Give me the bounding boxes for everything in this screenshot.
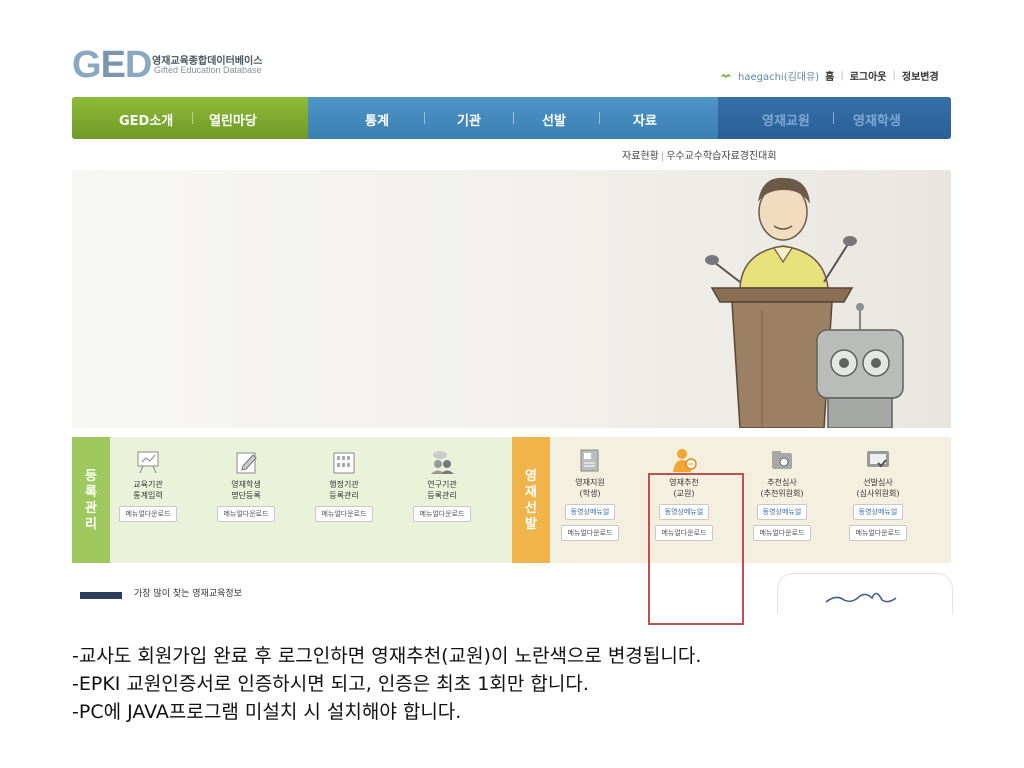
signature-scribble [825, 592, 897, 603]
manual-download-button[interactable]: 메뉴얼다운로드 [119, 506, 177, 522]
note-line: -EPKI 교원인증서로 인증하시면 되고, 인증은 최초 1회만 합니다. [72, 673, 589, 695]
registration-area: 교육기관 통계입력 메뉴얼다운로드 영재학생 명단등록 메뉴얼다운로드 행정기관… [110, 437, 512, 563]
video-manual-button[interactable]: 동영상메뉴얼 [852, 504, 904, 520]
instruction-notes: -교사도 회원가입 완료 후 로그인하면 영재추천(교원)이 노란색으로 변경됩… [72, 642, 701, 726]
top-links: haegachi(김대유) 홈 | 로그아웃 | 정보변경 [720, 68, 939, 83]
nav-resources[interactable]: 자료 [633, 110, 657, 129]
sub-nav: 자료현황 | 우수교수학습자료경진대회 [622, 151, 777, 162]
teacher-podium-illustration [705, 177, 904, 428]
home-link[interactable]: 홈 [825, 68, 834, 83]
main-nav: GED소개 열린마당 통계 기관 선발 자료 영재교원 영재학생 [72, 97, 951, 139]
ged-logo[interactable]: GED [72, 44, 152, 86]
edu-institution-stats-item[interactable]: 교육기관 통계입력 메뉴얼다운로드 [108, 449, 188, 522]
recommendation-review-item[interactable]: 추천심사 (추천위원회) 동영상메뉴얼 메뉴얼다운로드 [742, 447, 822, 541]
reg-title-char: 리 [85, 517, 97, 532]
reg-title-char: 관 [85, 501, 97, 516]
divider: | [840, 70, 844, 81]
profile-edit-link[interactable]: 정보변경 [902, 68, 939, 83]
note-line: -PC에 JAVA프로그램 미설치 시 설치해야 합니다. [72, 701, 462, 723]
gifted-application-student-item[interactable]: 영재지원 (학생) 동영상메뉴얼 메뉴얼다운로드 [550, 447, 630, 541]
manual-download-button[interactable]: 메뉴얼다운로드 [849, 525, 907, 541]
registration-management-tab: 등 록 관 리 [72, 437, 110, 563]
logo-letter-e: E [100, 44, 126, 86]
username-link[interactable]: haegachi(김대유) [738, 68, 819, 83]
manual-download-button[interactable]: 메뉴얼다운로드 [561, 525, 619, 541]
nav-gifted-students[interactable]: 영재학생 [853, 110, 901, 129]
logo-letter-d: D [124, 44, 152, 86]
nav-institutions[interactable]: 기관 [457, 110, 481, 129]
manual-download-button[interactable]: 메뉴얼다운로드 [753, 525, 811, 541]
edit-document-icon [236, 452, 257, 474]
manual-download-button[interactable]: 메뉴얼다운로드 [217, 506, 275, 522]
reg-title-char: 록 [85, 485, 97, 500]
sel-title-char: 발 [525, 517, 537, 532]
nav-statistics[interactable]: 통계 [365, 110, 389, 129]
admin-institution-manage-item[interactable]: 행정기관 등록관리 메뉴얼다운로드 [304, 449, 384, 522]
nav-ged-intro[interactable]: GED소개 [119, 110, 173, 129]
leaf-icon [721, 73, 731, 80]
divider: | [892, 70, 896, 81]
logo-english-name: Gifted Education Database [154, 65, 262, 75]
sel-title-char: 재 [525, 485, 537, 500]
nav-selection[interactable]: 선발 [542, 110, 566, 129]
research-institution-manage-item[interactable]: 연구기관 등록관리 메뉴얼다운로드 [402, 449, 482, 522]
teacher-person-icon [673, 449, 697, 472]
subnav-contest[interactable]: 우수교수학습자료경진대회 [666, 151, 776, 162]
main-banner [72, 170, 951, 428]
gifted-student-register-item[interactable]: 영재학생 명단등록 메뉴얼다운로드 [206, 449, 286, 522]
popular-info-heading: 가장 많이 찾는 영재교육정보 [134, 589, 242, 599]
subnav-resource-status[interactable]: 자료현황 [622, 151, 659, 162]
manual-download-button[interactable]: 메뉴얼다운로드 [413, 506, 471, 522]
sel-title-char: 선 [525, 501, 537, 516]
people-chat-icon [431, 451, 454, 474]
video-manual-button[interactable]: 동영상메뉴얼 [564, 504, 616, 520]
sel-title-char: 영 [525, 469, 537, 484]
logo-letter-g: G [72, 44, 102, 86]
video-manual-button[interactable]: 동영상메뉴얼 [756, 504, 808, 520]
logout-link[interactable]: 로그아웃 [850, 68, 887, 83]
highlight-box [648, 473, 744, 625]
building-icon [333, 452, 355, 474]
section-marker [80, 592, 122, 599]
selection-review-item[interactable]: 선발심사 (심사위원회) 동영상메뉴얼 메뉴얼다운로드 [838, 447, 918, 541]
gifted-selection-tab: 영 재 선 발 [512, 437, 550, 563]
screen-check-icon [867, 451, 889, 468]
nav-gifted-teachers[interactable]: 영재교원 [762, 110, 810, 129]
document-icon [580, 449, 599, 472]
selection-area: 영재지원 (학생) 동영상메뉴얼 메뉴얼다운로드 영재추천 (교원) 동영상메뉴… [550, 437, 951, 563]
presentation-board-icon [137, 451, 159, 474]
note-line: -교사도 회원가입 완료 후 로그인하면 영재추천(교원)이 노란색으로 변경됩… [72, 645, 702, 667]
reg-title-char: 등 [85, 469, 97, 484]
manual-download-button[interactable]: 메뉴얼다운로드 [315, 506, 373, 522]
folder-search-icon [772, 451, 792, 469]
signature-card [777, 573, 953, 614]
quick-menu-panel: 등 록 관 리 교육기관 통계입력 메뉴얼다운로드 영재학생 명단등록 메뉴얼다… [72, 437, 951, 563]
nav-open-forum[interactable]: 열린마당 [209, 110, 257, 129]
